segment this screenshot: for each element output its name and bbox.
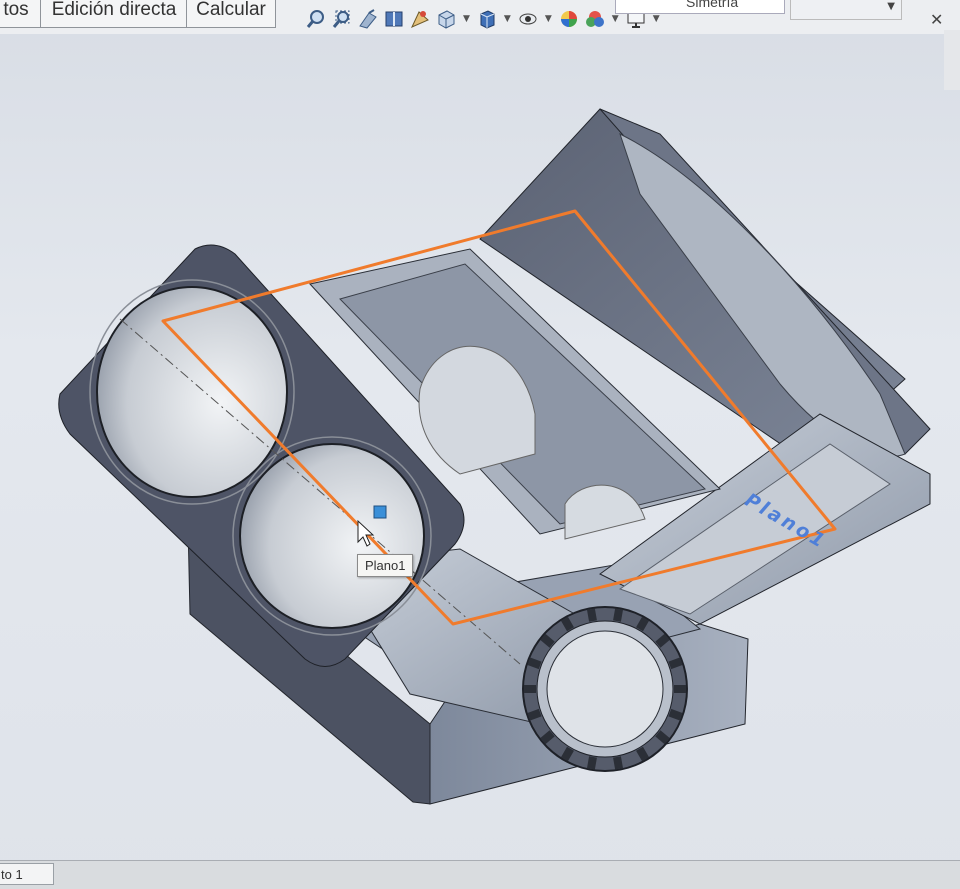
chevron-down-icon[interactable]: ▼ (653, 14, 660, 24)
chevron-down-icon[interactable]: ▼ (545, 14, 552, 24)
chevron-down-icon[interactable]: ▼ (612, 14, 619, 24)
tab-direct-edit[interactable]: Edición directa (40, 0, 188, 28)
tab-features[interactable]: tos (0, 0, 42, 28)
dynamic-annotation-icon[interactable] (409, 8, 431, 30)
heads-up-view-toolbar: ▼ ▼ ▼ ▼ ▼ (305, 4, 662, 34)
cad-window: tos Edición directa Calcular ▼ ▼ ▼ ▼ ▼ S… (0, 0, 960, 889)
chevron-down-icon[interactable]: ▼ (504, 14, 511, 24)
previous-view-icon[interactable] (357, 8, 379, 30)
plane-tooltip: Plano1 (357, 554, 414, 577)
apply-scene-icon[interactable] (584, 8, 606, 30)
zoom-to-area-icon[interactable] (331, 8, 353, 30)
zoom-to-fit-icon[interactable] (305, 8, 327, 30)
graphics-area[interactable]: Plano1 Plano1 (0, 34, 960, 860)
chevron-down-icon[interactable]: ▼ (463, 14, 470, 24)
part-model[interactable] (0, 34, 960, 860)
flange-face (546, 630, 664, 748)
left-hole-2 (239, 443, 425, 629)
close-icon[interactable]: ✕ (930, 10, 943, 29)
status-bar: to 1 (0, 860, 960, 889)
view-orientation-icon[interactable] (435, 8, 457, 30)
display-style-icon[interactable] (476, 8, 498, 30)
chevron-down-icon: ▼ (887, 1, 895, 12)
edit-appearance-icon[interactable] (558, 8, 580, 30)
display-dropdown[interactable]: ▼ (790, 0, 902, 20)
left-hole-1 (96, 286, 288, 498)
hide-show-items-icon[interactable] (517, 8, 539, 30)
flange-tooth (524, 685, 536, 693)
command-manager-bar: tos Edición directa Calcular ▼ ▼ ▼ ▼ ▼ S… (0, 0, 960, 90)
flange-tooth (674, 685, 686, 693)
configuration-dropdown[interactable]: Simetría (615, 0, 785, 14)
plane-cursor-icon (373, 505, 387, 519)
section-view-icon[interactable] (383, 8, 405, 30)
tab-calculate[interactable]: Calcular (186, 0, 276, 28)
model-tab[interactable]: to 1 (0, 863, 54, 885)
configuration-label: Simetría (686, 0, 739, 10)
